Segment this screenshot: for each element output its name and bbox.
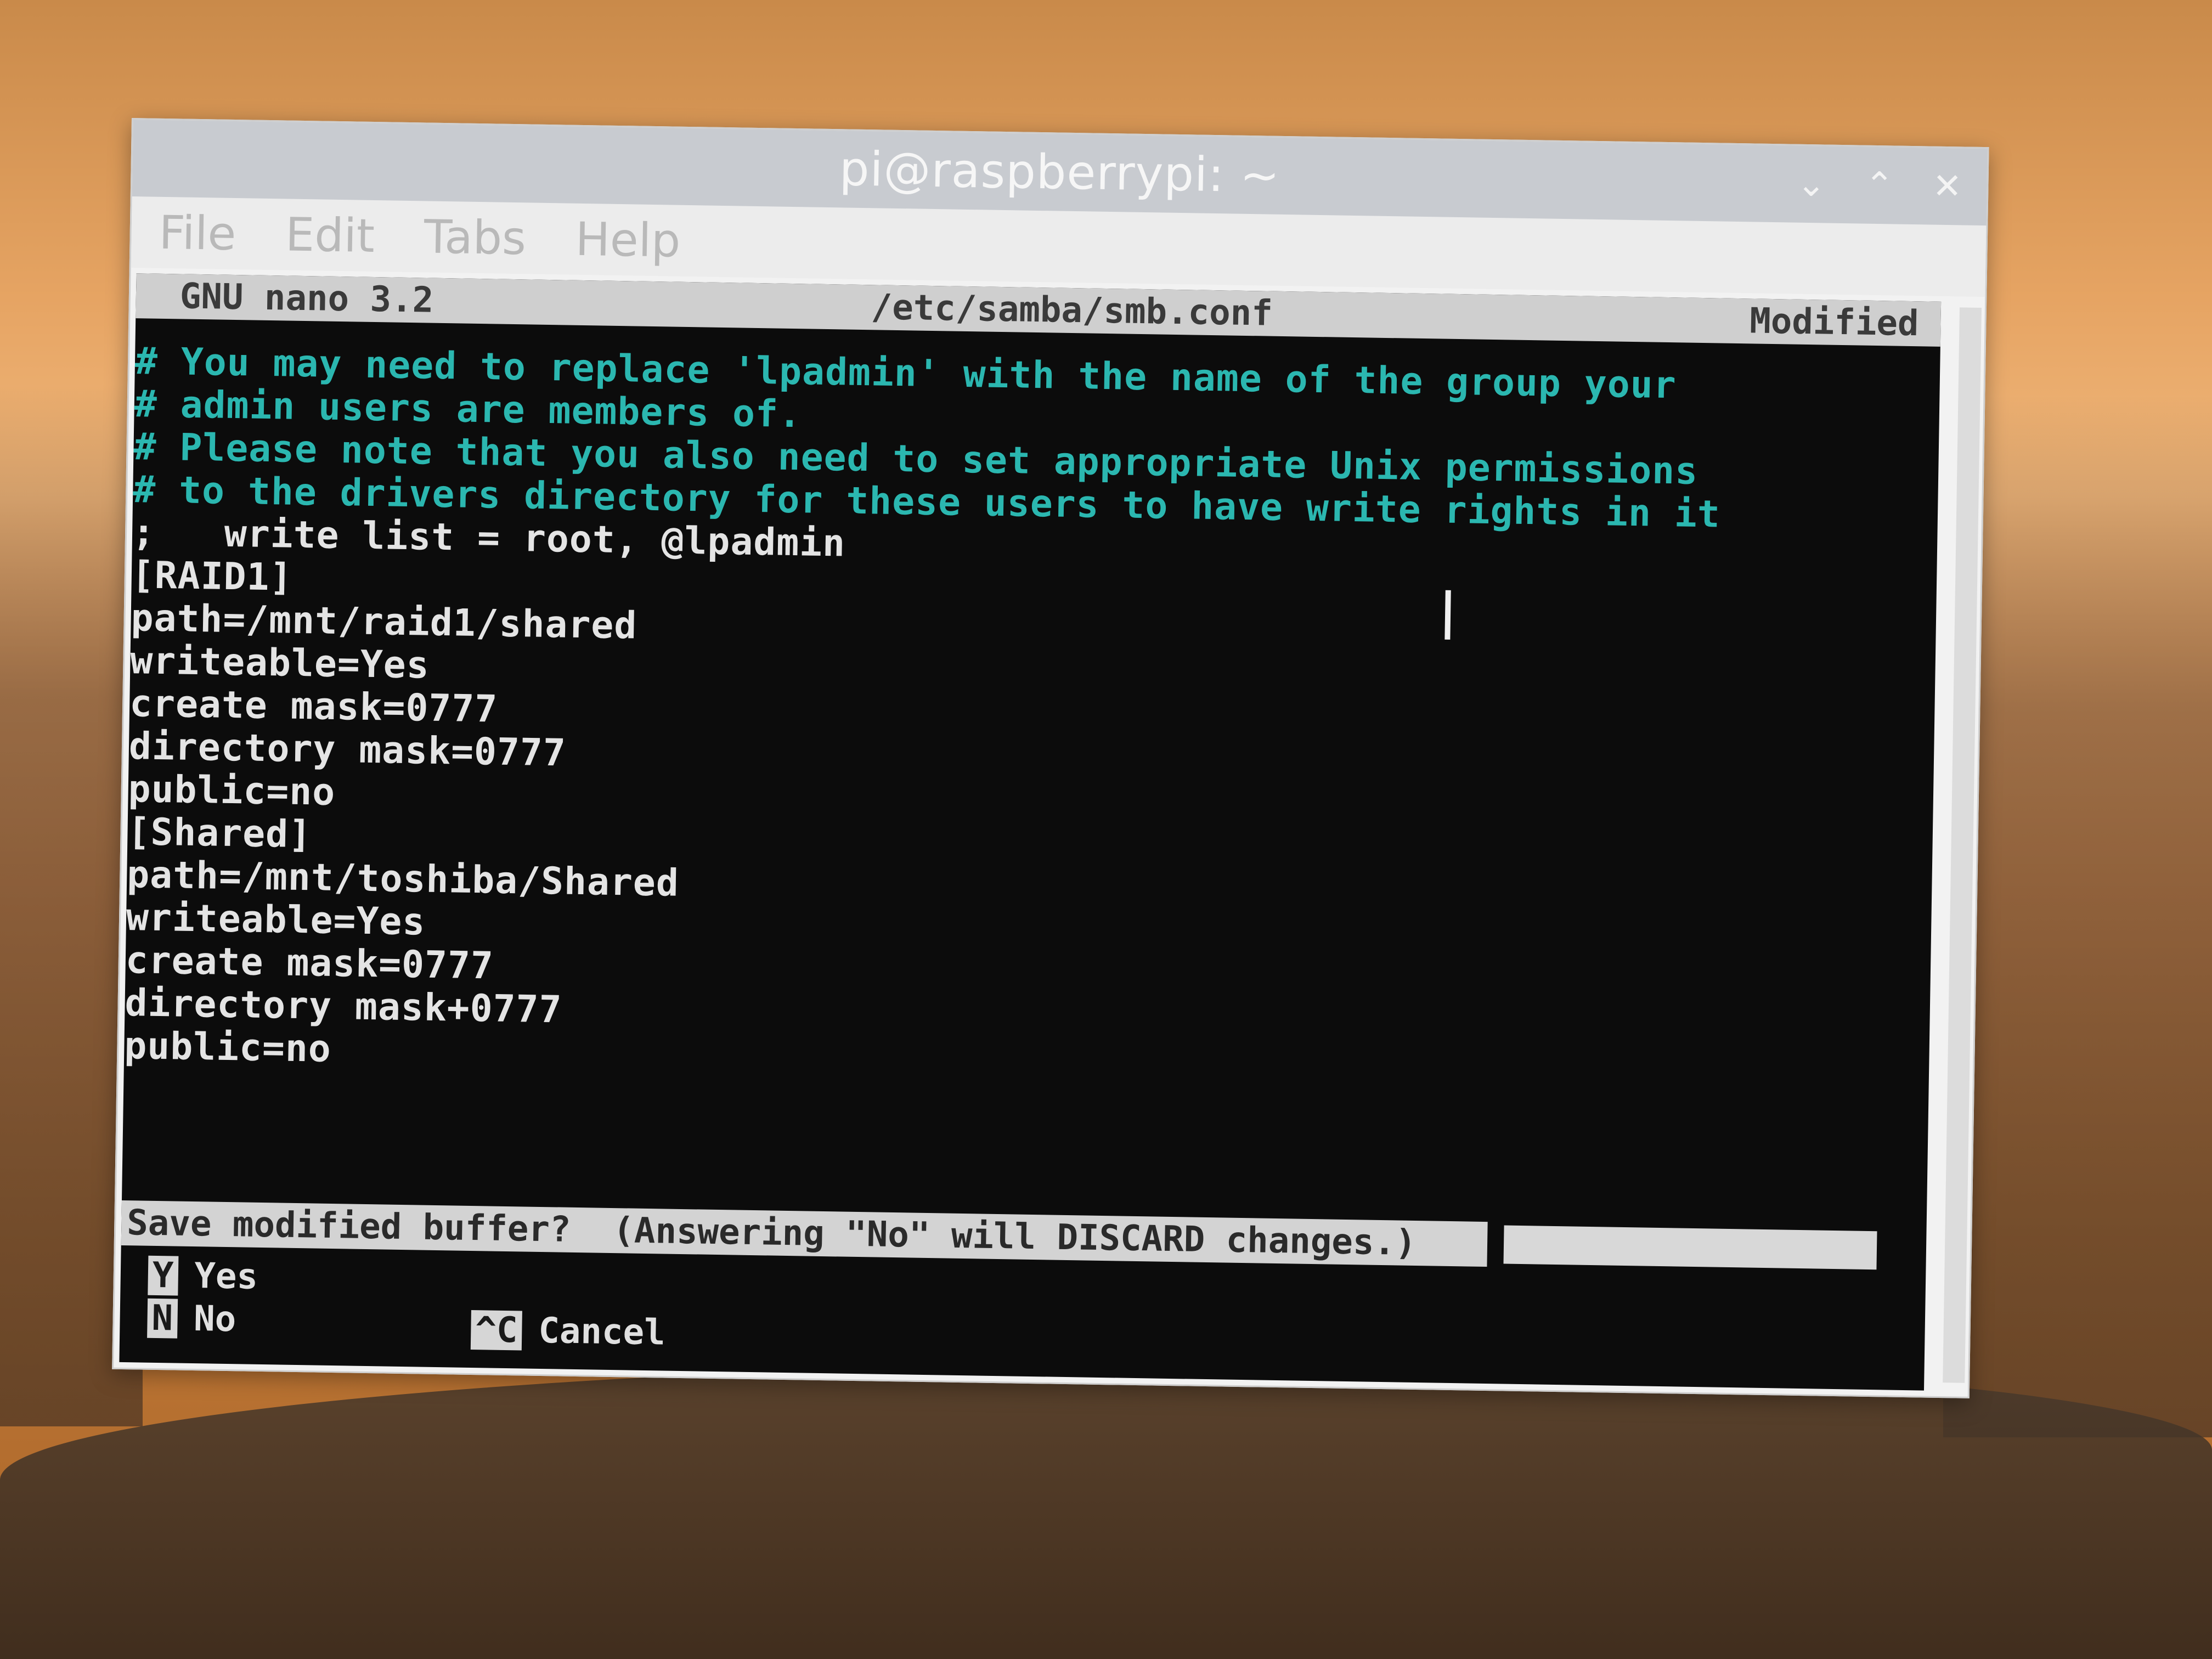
yes-shortcut-key: Y: [148, 1255, 178, 1296]
menu-file[interactable]: File: [159, 206, 236, 261]
terminal-window: pi@raspberrypi: ~ ⌄ ⌃ ✕ File Edit Tabs H…: [112, 118, 1989, 1398]
terminal-area[interactable]: GNU nano 3.2 /etc/samba/smb.conf Modifie…: [119, 273, 1942, 1391]
nano-modified-status: Modified: [1749, 301, 1920, 345]
cancel-shortcut-key: ^C: [470, 1310, 522, 1351]
nano-version: GNU nano 3.2: [179, 276, 434, 321]
nano-filename: /etc/samba/smb.conf: [871, 287, 1273, 334]
yes-option[interactable]: Y Yes: [148, 1255, 258, 1297]
cancel-option[interactable]: ^C Cancel: [470, 1310, 666, 1353]
no-shortcut-key: N: [147, 1298, 178, 1339]
cancel-option-label: Cancel: [538, 1310, 666, 1353]
window-controls: ⌄ ⌃ ✕: [1793, 164, 1965, 207]
yes-option-label: Yes: [194, 1256, 258, 1297]
mouse-ibeam-cursor-icon: [1444, 590, 1451, 640]
prompt-input-field[interactable]: [1503, 1225, 1877, 1270]
menu-help[interactable]: Help: [575, 212, 681, 268]
menu-tabs[interactable]: Tabs: [424, 210, 526, 265]
save-prompt-question: Save modified buffer? (Answering "No" wi…: [121, 1200, 1488, 1267]
minimize-icon[interactable]: ⌄: [1793, 164, 1829, 205]
prompt-options: Y Yes N No ^C Cancel: [120, 1255, 1926, 1383]
no-option[interactable]: N No: [147, 1298, 236, 1340]
editor-buffer[interactable]: # You may need to replace 'lpadmin' with…: [124, 318, 1940, 1096]
window-title: pi@raspberrypi: ~: [839, 142, 1281, 204]
menu-edit[interactable]: Edit: [285, 207, 375, 263]
close-icon[interactable]: ✕: [1929, 166, 1965, 207]
no-option-label: No: [193, 1299, 236, 1340]
maximize-icon[interactable]: ⌃: [1861, 165, 1897, 206]
background-hills: [0, 1361, 2212, 1659]
background-hills-right: [1943, 395, 2212, 1437]
